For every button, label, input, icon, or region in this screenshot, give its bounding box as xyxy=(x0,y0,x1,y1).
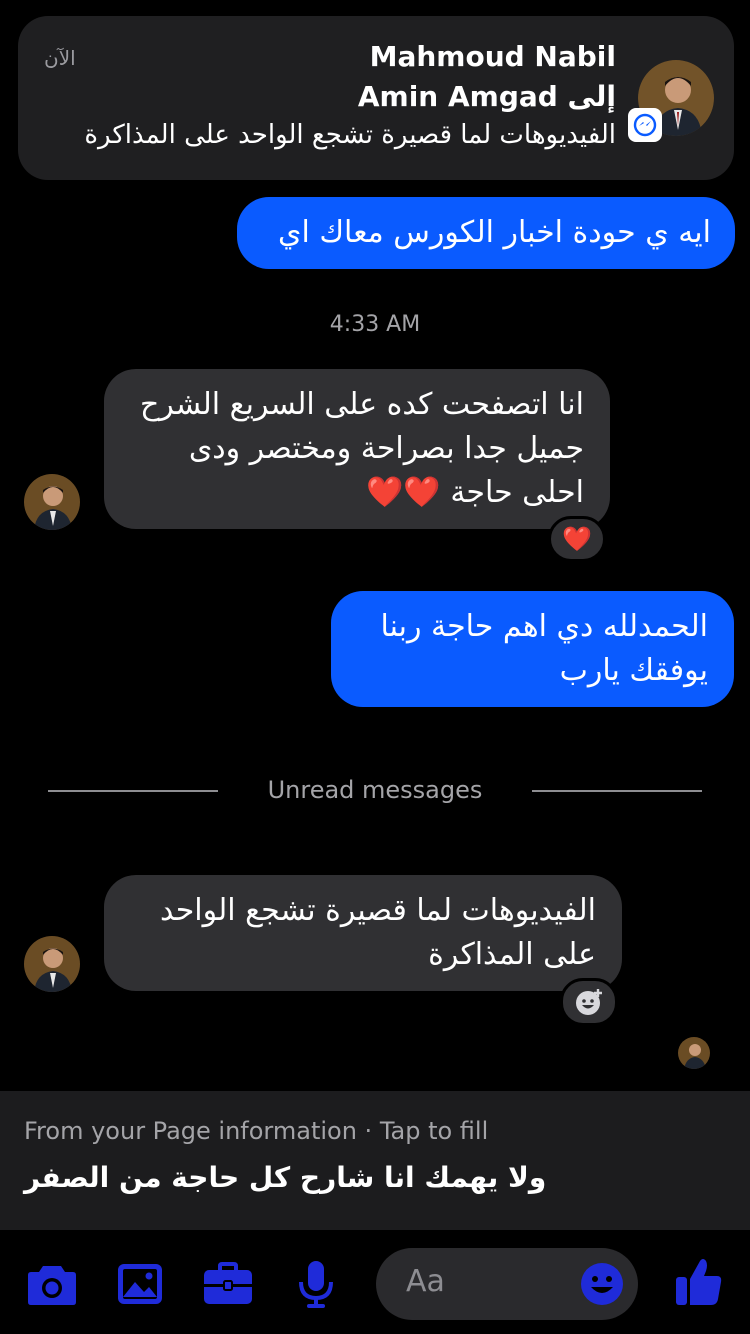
briefcase-icon xyxy=(204,1262,252,1304)
message-line: احلى حاجة ❤️❤️ xyxy=(366,475,584,510)
incoming-message[interactable]: انا اتصفحت كده على السريع الشرح جميل جدا… xyxy=(104,369,610,529)
message-line: جميل جدا بصراحة ومختصر ودى xyxy=(188,431,584,466)
message-input[interactable]: Aa xyxy=(376,1248,638,1320)
message-line: على المذاكرة xyxy=(428,937,596,972)
message-timestamp: 4:33 AM xyxy=(329,312,421,337)
notification-body: الفيديوهات لما قصيرة تشجع الواحد على الم… xyxy=(84,120,616,150)
gallery-icon xyxy=(118,1264,162,1304)
divider-line xyxy=(532,790,702,792)
camera-icon xyxy=(28,1266,76,1305)
outgoing-message[interactable]: ايه ي حودة اخبار الكورس معاك اي xyxy=(237,197,735,269)
suggestion-text[interactable]: ولا يهمك انا شارح كل حاجة من الصفر xyxy=(24,1161,546,1194)
message-line: ايه ي حودة اخبار الكورس معاك اي xyxy=(277,215,711,250)
contact-avatar[interactable] xyxy=(24,936,80,992)
messenger-badge-icon xyxy=(628,108,662,142)
like-icon xyxy=(676,1259,722,1305)
message-line: الحمدلله دي اهم حاجة ربنا xyxy=(380,609,708,644)
emoji-icon xyxy=(581,1263,623,1305)
heart-reaction[interactable]: ❤️ xyxy=(548,516,606,562)
suggestion-label: From your Page information · Tap to fill xyxy=(24,1117,489,1145)
composer-bar: Aa xyxy=(0,1230,750,1334)
page-info-suggestion[interactable]: From your Page information · Tap to fill… xyxy=(0,1091,750,1230)
message-line: الفيديوهات لما قصيرة تشجع الواحد xyxy=(160,893,596,928)
incoming-message[interactable]: الفيديوهات لما قصيرة تشجع الواحد على الم… xyxy=(104,875,622,991)
contact-avatar[interactable] xyxy=(24,474,80,530)
camera-button[interactable] xyxy=(26,1258,78,1310)
notification-time: الآن xyxy=(44,46,76,70)
gallery-button[interactable] xyxy=(114,1258,166,1310)
message-notification-banner[interactable]: الآن Mahmoud Nabil إلى Amin Amgad الفيدي… xyxy=(18,16,734,180)
message-line: يوفقك يارب xyxy=(559,653,708,688)
unread-divider: Unread messages xyxy=(48,776,702,806)
outgoing-message[interactable]: الحمدلله دي اهم حاجة ربنا يوفقك يارب xyxy=(331,591,734,707)
notification-recipient: إلى Amin Amgad xyxy=(357,80,616,113)
add-reaction-icon xyxy=(576,989,602,1015)
heart-icon: ❤️ xyxy=(562,525,592,553)
emoji-button[interactable] xyxy=(580,1262,624,1306)
notification-sender: Mahmoud Nabil xyxy=(369,40,616,73)
voice-message-button[interactable] xyxy=(290,1258,342,1310)
business-tools-button[interactable] xyxy=(202,1258,254,1310)
message-line: انا اتصفحت كده على السريع الشرح xyxy=(139,387,584,422)
microphone-icon xyxy=(299,1261,333,1308)
message-input-placeholder: Aa xyxy=(406,1264,445,1299)
seen-avatar xyxy=(678,1037,710,1069)
add-reaction-button[interactable] xyxy=(560,978,618,1026)
like-button[interactable] xyxy=(672,1254,726,1310)
